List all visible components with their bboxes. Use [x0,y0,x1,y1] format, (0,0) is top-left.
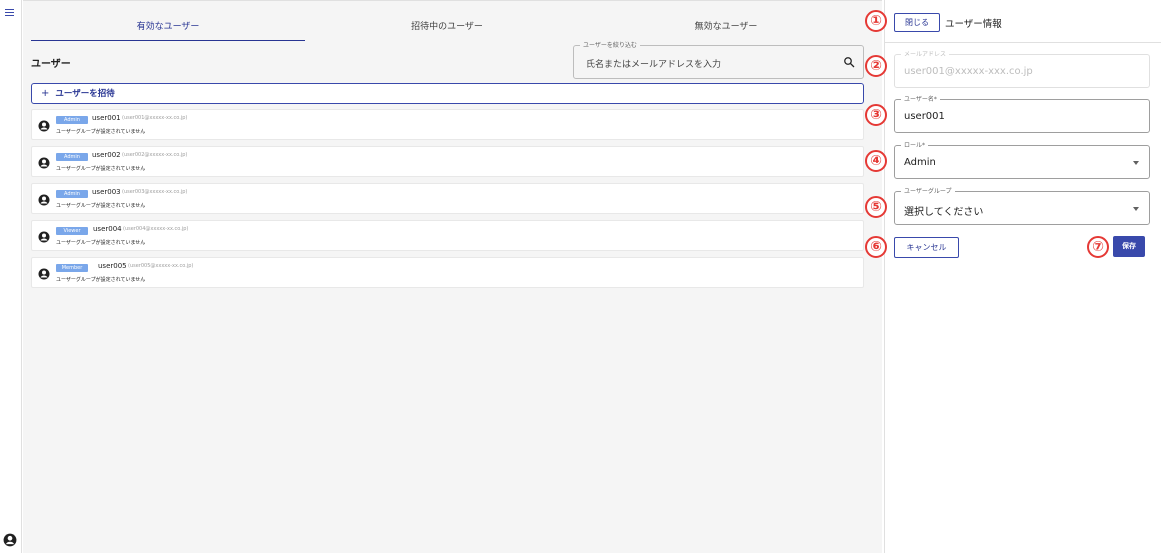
user-avatar-icon [38,231,50,243]
user-email: (user004@xxxxx-xx.co.jp) [123,226,189,232]
left-nav-rail [0,0,22,553]
user-avatar-icon [38,120,50,132]
user-email: (user001@xxxxx-xx.co.jp) [122,115,188,121]
search-icon[interactable] [843,56,855,68]
dropdown-arrow-icon [1133,207,1139,211]
user-group: ユーザーグループが設定されていません [56,129,146,135]
email-field: メールアドレス user001@xxxxx-xxx.co.jp [894,49,1150,88]
divider [885,42,1161,43]
save-button[interactable]: 保存 [1113,236,1145,257]
user-avatar-icon [38,157,50,169]
user-email: (user003@xxxxx-xx.co.jp) [122,189,188,195]
marker-2: ② [865,55,887,77]
marker-1: ① [865,10,887,32]
user-row[interactable]: Admin user003 (user003@xxxxx-xx.co.jp) ユ… [31,183,864,214]
users-main: 有効なユーザー 招待中のユーザー 無効なユーザー ユーザー ユーザーを絞り込む … [23,0,882,553]
invite-label: ユーザーを招待 [55,89,115,99]
user-name: user005 [98,262,127,270]
user-row[interactable]: Viewer user004 (user004@xxxxx-xx.co.jp) … [31,220,864,251]
search-label: ユーザーを絞り込む [580,40,640,49]
user-avatar-icon [38,268,50,280]
user-group: ユーザーグループが設定されていません [56,240,146,246]
marker-7: ⑦ [1087,236,1109,258]
email-value: user001@xxxxx-xxx.co.jp [904,66,1033,77]
user-group: ユーザーグループが設定されていません [56,166,146,172]
user-group-label: ユーザーグループ [901,186,955,195]
page-title: ユーザー [31,59,71,70]
role-badge: Admin [56,153,88,161]
role-badge: Admin [56,190,88,198]
user-group: ユーザーグループが設定されていません [56,203,146,209]
role-badge: Viewer [56,227,88,235]
dropdown-arrow-icon [1133,161,1139,165]
marker-5: ⑤ [865,196,887,218]
panel-title: ユーザー情報 [945,19,1002,30]
user-row[interactable]: Admin user002 (user002@xxxxx-xx.co.jp) ユ… [31,146,864,177]
user-name: user002 [92,151,121,159]
role-label: ロール* [901,140,929,149]
role-value: Admin [904,157,936,168]
role-badge: Member [56,264,88,272]
cancel-button[interactable]: キャンセル [894,237,959,258]
username-field[interactable]: ユーザー名* user001 [894,94,1150,133]
user-group-value: 選択してください [904,207,984,218]
user-name: user004 [93,225,122,233]
tab-inactive-users[interactable]: 無効なユーザー [589,13,863,41]
role-badge: Admin [56,116,88,124]
search-input[interactable]: 氏名またはメールアドレスを入力 [586,57,721,70]
user-group: ユーザーグループが設定されていません [56,277,146,283]
marker-3: ③ [865,104,887,126]
tab-bar: 有効なユーザー 招待中のユーザー 無効なユーザー [31,13,863,43]
user-email: (user002@xxxxx-xx.co.jp) [122,152,188,158]
user-row[interactable]: Member user005 (user005@xxxxx-xx.co.jp) … [31,257,864,288]
search-field[interactable]: ユーザーを絞り込む 氏名またはメールアドレスを入力 [573,40,864,79]
user-group-select[interactable]: ユーザーグループ 選択してください [894,186,1150,225]
user-list: Admin user001 (user001@xxxxx-xx.co.jp) ユ… [31,109,864,294]
username-label: ユーザー名* [901,94,940,103]
role-select[interactable]: ロール* Admin [894,140,1150,179]
user-name: user001 [92,114,121,122]
close-button[interactable]: 閉じる [894,13,940,32]
menu-icon[interactable] [5,8,16,19]
email-label: メールアドレス [901,49,950,58]
user-avatar-icon [38,194,50,206]
tab-invited-users[interactable]: 招待中のユーザー [310,13,584,41]
marker-4: ④ [865,150,887,172]
invite-user-button[interactable]: + ユーザーを招待 [31,83,864,104]
user-row[interactable]: Admin user001 (user001@xxxxx-xx.co.jp) ユ… [31,109,864,140]
username-input[interactable]: user001 [904,111,945,122]
marker-6: ⑥ [865,236,887,258]
tab-active-users[interactable]: 有効なユーザー [31,13,305,41]
user-info-panel: ① 閉じる ユーザー情報 ② メールアドレス user001@xxxxx-xxx… [865,0,1161,553]
user-name: user003 [92,188,121,196]
plus-icon: + [41,88,50,99]
account-icon[interactable] [3,533,17,547]
user-email: (user005@xxxxx-xx.co.jp) [128,263,194,269]
